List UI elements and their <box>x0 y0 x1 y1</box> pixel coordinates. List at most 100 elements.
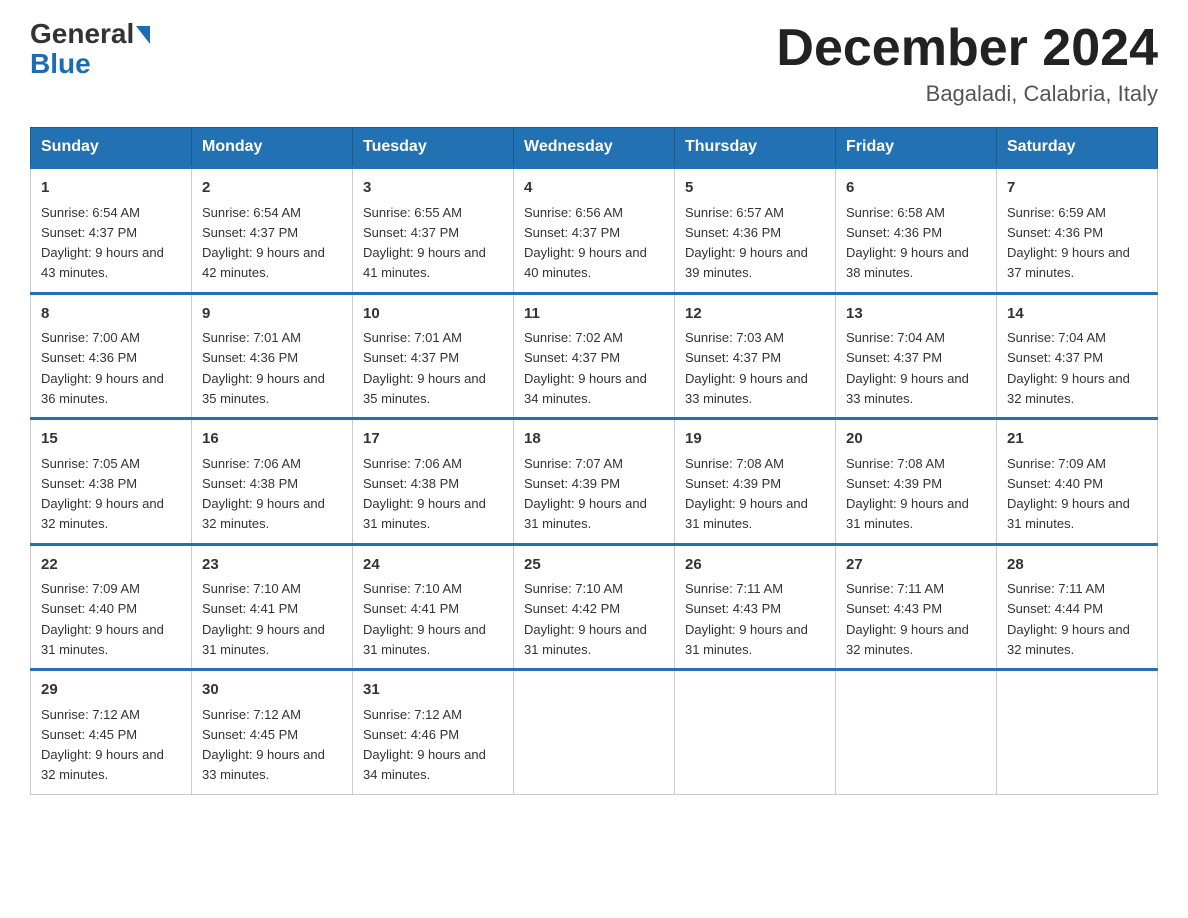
calendar-cell <box>836 670 997 795</box>
calendar-cell: 15 Sunrise: 7:05 AMSunset: 4:38 PMDaylig… <box>31 419 192 545</box>
calendar-cell: 18 Sunrise: 7:07 AMSunset: 4:39 PMDaylig… <box>514 419 675 545</box>
days-of-week-row: Sunday Monday Tuesday Wednesday Thursday… <box>31 128 1158 168</box>
day-info: Sunrise: 7:06 AMSunset: 4:38 PMDaylight:… <box>363 456 486 532</box>
calendar-cell: 6 Sunrise: 6:58 AMSunset: 4:36 PMDayligh… <box>836 168 997 294</box>
day-number: 26 <box>685 554 825 577</box>
day-info: Sunrise: 7:03 AMSunset: 4:37 PMDaylight:… <box>685 330 808 406</box>
calendar-week-row: 15 Sunrise: 7:05 AMSunset: 4:38 PMDaylig… <box>31 419 1158 545</box>
page-header: General Blue December 2024 Bagaladi, Cal… <box>30 20 1158 107</box>
calendar-cell: 11 Sunrise: 7:02 AMSunset: 4:37 PMDaylig… <box>514 293 675 419</box>
day-number: 5 <box>685 177 825 200</box>
day-number: 7 <box>1007 177 1147 200</box>
day-info: Sunrise: 6:55 AMSunset: 4:37 PMDaylight:… <box>363 205 486 281</box>
day-info: Sunrise: 7:08 AMSunset: 4:39 PMDaylight:… <box>846 456 969 532</box>
calendar-week-row: 22 Sunrise: 7:09 AMSunset: 4:40 PMDaylig… <box>31 544 1158 670</box>
calendar-cell: 4 Sunrise: 6:56 AMSunset: 4:37 PMDayligh… <box>514 168 675 294</box>
day-info: Sunrise: 7:10 AMSunset: 4:42 PMDaylight:… <box>524 581 647 657</box>
day-info: Sunrise: 7:07 AMSunset: 4:39 PMDaylight:… <box>524 456 647 532</box>
calendar-cell <box>675 670 836 795</box>
day-number: 3 <box>363 177 503 200</box>
calendar-cell: 17 Sunrise: 7:06 AMSunset: 4:38 PMDaylig… <box>353 419 514 545</box>
day-info: Sunrise: 7:00 AMSunset: 4:36 PMDaylight:… <box>41 330 164 406</box>
logo-arrow-icon <box>136 26 150 44</box>
calendar-cell: 13 Sunrise: 7:04 AMSunset: 4:37 PMDaylig… <box>836 293 997 419</box>
day-info: Sunrise: 7:12 AMSunset: 4:45 PMDaylight:… <box>202 707 325 783</box>
day-number: 31 <box>363 679 503 702</box>
day-number: 10 <box>363 303 503 326</box>
day-number: 11 <box>524 303 664 326</box>
calendar-week-row: 29 Sunrise: 7:12 AMSunset: 4:45 PMDaylig… <box>31 670 1158 795</box>
day-number: 13 <box>846 303 986 326</box>
day-number: 29 <box>41 679 181 702</box>
day-number: 19 <box>685 428 825 451</box>
location-label: Bagaladi, Calabria, Italy <box>776 81 1158 107</box>
day-number: 20 <box>846 428 986 451</box>
logo-general-text: General <box>30 20 134 48</box>
day-info: Sunrise: 7:10 AMSunset: 4:41 PMDaylight:… <box>202 581 325 657</box>
day-info: Sunrise: 7:05 AMSunset: 4:38 PMDaylight:… <box>41 456 164 532</box>
day-number: 4 <box>524 177 664 200</box>
day-info: Sunrise: 7:01 AMSunset: 4:36 PMDaylight:… <box>202 330 325 406</box>
header-right: December 2024 Bagaladi, Calabria, Italy <box>776 20 1158 107</box>
day-number: 22 <box>41 554 181 577</box>
day-number: 1 <box>41 177 181 200</box>
calendar-cell: 25 Sunrise: 7:10 AMSunset: 4:42 PMDaylig… <box>514 544 675 670</box>
col-sunday: Sunday <box>31 128 192 168</box>
day-number: 16 <box>202 428 342 451</box>
month-title: December 2024 <box>776 20 1158 77</box>
day-info: Sunrise: 7:12 AMSunset: 4:45 PMDaylight:… <box>41 707 164 783</box>
day-number: 30 <box>202 679 342 702</box>
day-number: 12 <box>685 303 825 326</box>
col-monday: Monday <box>192 128 353 168</box>
calendar-cell: 1 Sunrise: 6:54 AMSunset: 4:37 PMDayligh… <box>31 168 192 294</box>
calendar-cell: 26 Sunrise: 7:11 AMSunset: 4:43 PMDaylig… <box>675 544 836 670</box>
day-info: Sunrise: 6:58 AMSunset: 4:36 PMDaylight:… <box>846 205 969 281</box>
day-info: Sunrise: 6:54 AMSunset: 4:37 PMDaylight:… <box>202 205 325 281</box>
day-number: 23 <box>202 554 342 577</box>
calendar-body: 1 Sunrise: 6:54 AMSunset: 4:37 PMDayligh… <box>31 168 1158 795</box>
day-info: Sunrise: 7:12 AMSunset: 4:46 PMDaylight:… <box>363 707 486 783</box>
day-info: Sunrise: 7:11 AMSunset: 4:43 PMDaylight:… <box>685 581 808 657</box>
calendar-cell: 19 Sunrise: 7:08 AMSunset: 4:39 PMDaylig… <box>675 419 836 545</box>
calendar-cell: 31 Sunrise: 7:12 AMSunset: 4:46 PMDaylig… <box>353 670 514 795</box>
day-number: 25 <box>524 554 664 577</box>
calendar-week-row: 1 Sunrise: 6:54 AMSunset: 4:37 PMDayligh… <box>31 168 1158 294</box>
calendar-cell <box>997 670 1158 795</box>
calendar-cell: 27 Sunrise: 7:11 AMSunset: 4:43 PMDaylig… <box>836 544 997 670</box>
day-number: 24 <box>363 554 503 577</box>
calendar-cell: 9 Sunrise: 7:01 AMSunset: 4:36 PMDayligh… <box>192 293 353 419</box>
calendar-cell: 5 Sunrise: 6:57 AMSunset: 4:36 PMDayligh… <box>675 168 836 294</box>
day-number: 8 <box>41 303 181 326</box>
day-info: Sunrise: 6:59 AMSunset: 4:36 PMDaylight:… <box>1007 205 1130 281</box>
calendar-cell: 28 Sunrise: 7:11 AMSunset: 4:44 PMDaylig… <box>997 544 1158 670</box>
calendar-cell: 29 Sunrise: 7:12 AMSunset: 4:45 PMDaylig… <box>31 670 192 795</box>
calendar-cell: 24 Sunrise: 7:10 AMSunset: 4:41 PMDaylig… <box>353 544 514 670</box>
day-number: 14 <box>1007 303 1147 326</box>
day-number: 27 <box>846 554 986 577</box>
day-info: Sunrise: 7:06 AMSunset: 4:38 PMDaylight:… <box>202 456 325 532</box>
calendar-week-row: 8 Sunrise: 7:00 AMSunset: 4:36 PMDayligh… <box>31 293 1158 419</box>
day-number: 21 <box>1007 428 1147 451</box>
calendar-cell: 3 Sunrise: 6:55 AMSunset: 4:37 PMDayligh… <box>353 168 514 294</box>
logo-blue-text: Blue <box>30 48 91 80</box>
col-tuesday: Tuesday <box>353 128 514 168</box>
calendar-cell: 23 Sunrise: 7:10 AMSunset: 4:41 PMDaylig… <box>192 544 353 670</box>
day-number: 6 <box>846 177 986 200</box>
day-info: Sunrise: 7:04 AMSunset: 4:37 PMDaylight:… <box>1007 330 1130 406</box>
day-info: Sunrise: 6:54 AMSunset: 4:37 PMDaylight:… <box>41 205 164 281</box>
day-info: Sunrise: 7:11 AMSunset: 4:43 PMDaylight:… <box>846 581 969 657</box>
day-number: 28 <box>1007 554 1147 577</box>
day-info: Sunrise: 7:09 AMSunset: 4:40 PMDaylight:… <box>1007 456 1130 532</box>
day-number: 9 <box>202 303 342 326</box>
day-info: Sunrise: 7:10 AMSunset: 4:41 PMDaylight:… <box>363 581 486 657</box>
day-number: 18 <box>524 428 664 451</box>
col-saturday: Saturday <box>997 128 1158 168</box>
calendar-table: Sunday Monday Tuesday Wednesday Thursday… <box>30 127 1158 795</box>
calendar-cell: 12 Sunrise: 7:03 AMSunset: 4:37 PMDaylig… <box>675 293 836 419</box>
day-info: Sunrise: 7:01 AMSunset: 4:37 PMDaylight:… <box>363 330 486 406</box>
col-thursday: Thursday <box>675 128 836 168</box>
day-info: Sunrise: 7:08 AMSunset: 4:39 PMDaylight:… <box>685 456 808 532</box>
col-friday: Friday <box>836 128 997 168</box>
day-info: Sunrise: 7:02 AMSunset: 4:37 PMDaylight:… <box>524 330 647 406</box>
day-number: 2 <box>202 177 342 200</box>
